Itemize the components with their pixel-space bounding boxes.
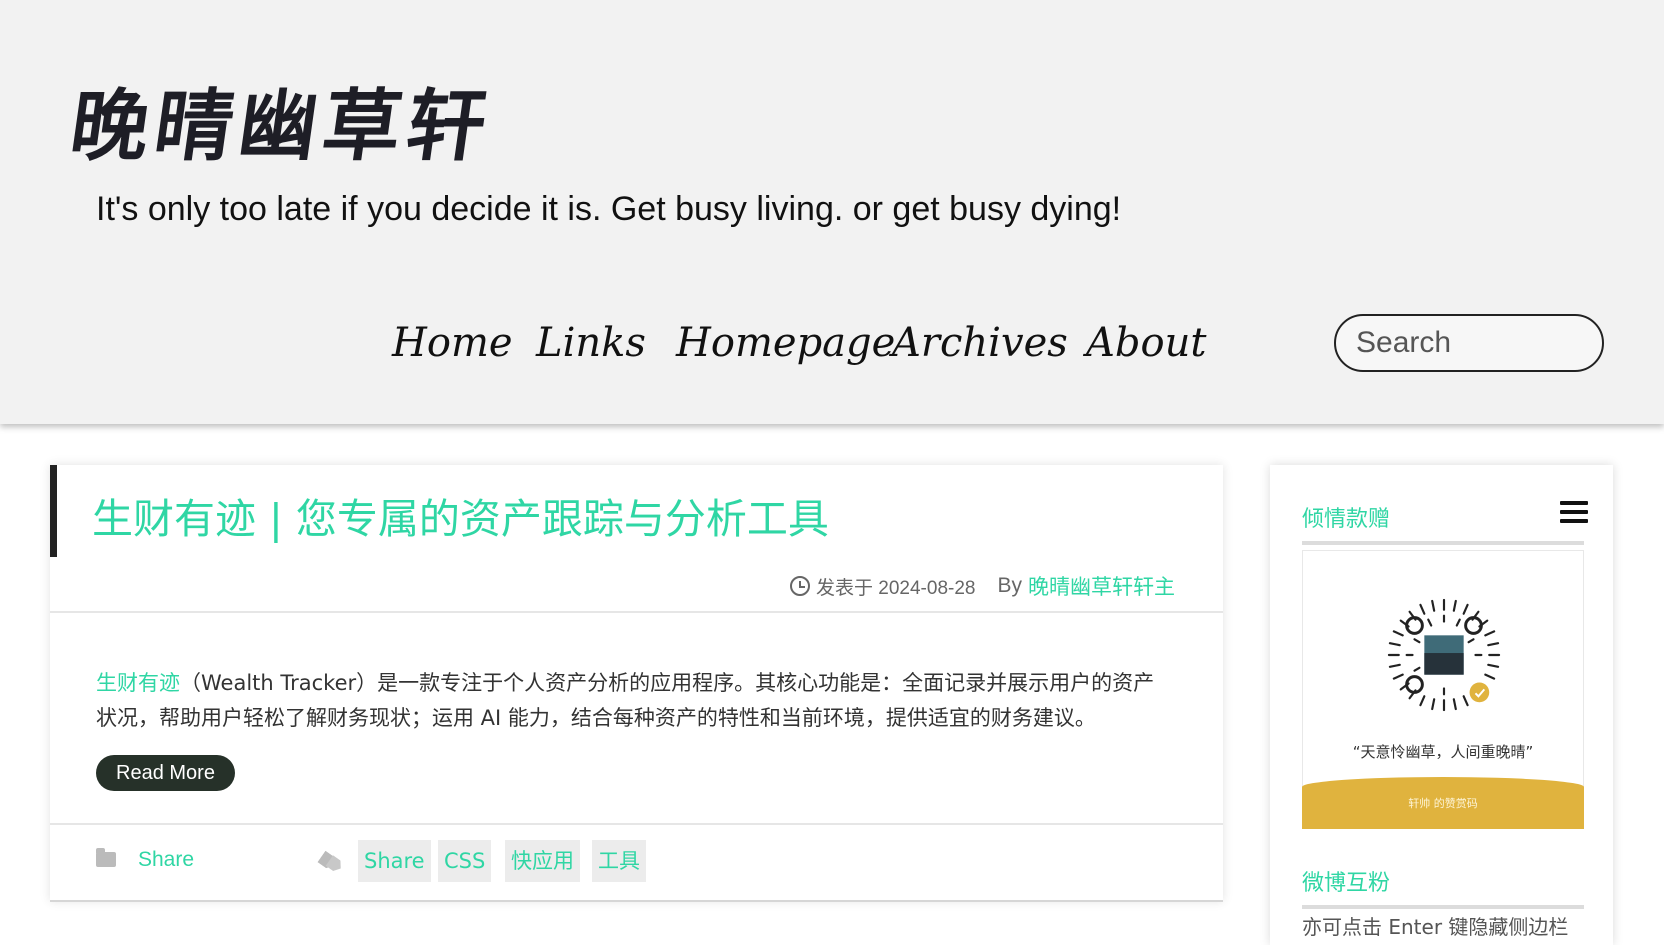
donate-widget-rule xyxy=(1302,541,1584,545)
post-accent-bar xyxy=(50,465,57,557)
weibo-widget-rule xyxy=(1302,905,1584,909)
site-title[interactable]: 晚晴幽草轩 xyxy=(64,64,500,176)
excerpt-text: （Wealth Tracker）是一款专注于个人资产分析的应用程序。其核心功能是… xyxy=(96,671,1155,730)
post-by-label: By xyxy=(997,574,1022,597)
post-footer: Share Share CSS 快应用 工具 xyxy=(96,840,1176,884)
nav-about[interactable]: About xyxy=(1086,320,1206,366)
post-bottom-rule xyxy=(50,900,1223,902)
donate-banner-text: 轩帅 的赞赏码 xyxy=(1408,797,1478,810)
weibo-widget-title: 微博互粉 xyxy=(1302,871,1391,896)
nav-links[interactable]: Links xyxy=(536,320,646,366)
post-footer-divider xyxy=(50,823,1223,825)
folder-icon xyxy=(96,848,116,867)
clock-icon xyxy=(790,576,811,596)
search-input[interactable] xyxy=(1334,314,1604,372)
site-header: 晚晴幽草轩 It's only too late if you decide i… xyxy=(0,0,1664,424)
excerpt-link[interactable]: 生财有迹 xyxy=(96,671,180,695)
tag-share[interactable]: Share xyxy=(358,840,431,882)
donate-widget-title: 倾情款赠 xyxy=(1302,507,1391,532)
post-excerpt: 生财有迹（Wealth Tracker）是一款专注于个人资产分析的应用程序。其核… xyxy=(96,666,1156,736)
qr-code-icon xyxy=(1387,598,1501,712)
post-date: 发表于 2024-08-28 xyxy=(816,577,976,599)
donate-card: “天意怜幽草，人间重晚晴” 轩帅 的赞赏码 xyxy=(1302,550,1584,829)
menu-icon[interactable] xyxy=(1560,501,1588,523)
donate-quote: “天意怜幽草，人间重晚晴” xyxy=(1352,743,1534,761)
tag-tools[interactable]: 工具 xyxy=(592,840,646,882)
post-meta: 发表于 2024-08-28 By 晚晴幽草轩轩主 xyxy=(790,571,1175,601)
tag-css[interactable]: CSS xyxy=(438,840,492,882)
nav-archives[interactable]: Archives xyxy=(892,320,1068,366)
post-title[interactable]: 生财有迹 | 您专属的资产跟踪与分析工具 xyxy=(92,485,829,545)
site-tagline: It's only too late if you decide it is. … xyxy=(96,190,1122,228)
nav-homepage[interactable]: Homepage xyxy=(676,320,895,366)
tag-quickapp[interactable]: 快应用 xyxy=(505,840,580,882)
post-card: 生财有迹 | 您专属的资产跟踪与分析工具 发表于 2024-08-28 By 晚… xyxy=(50,465,1223,901)
post-author-link[interactable]: 晚晴幽草轩轩主 xyxy=(1028,571,1175,601)
nav-home[interactable]: Home xyxy=(392,320,513,366)
donate-banner: 轩帅 的赞赏码 xyxy=(1302,777,1584,829)
sidebar: 倾情款赠 “天意怜幽草，人间重晚晴” 轩帅 的赞赏码 微博互粉 亦可点击 Ent… xyxy=(1270,465,1613,945)
read-more-button[interactable]: Read More xyxy=(96,755,235,791)
post-divider xyxy=(50,611,1223,613)
category-link[interactable]: Share xyxy=(138,848,194,872)
